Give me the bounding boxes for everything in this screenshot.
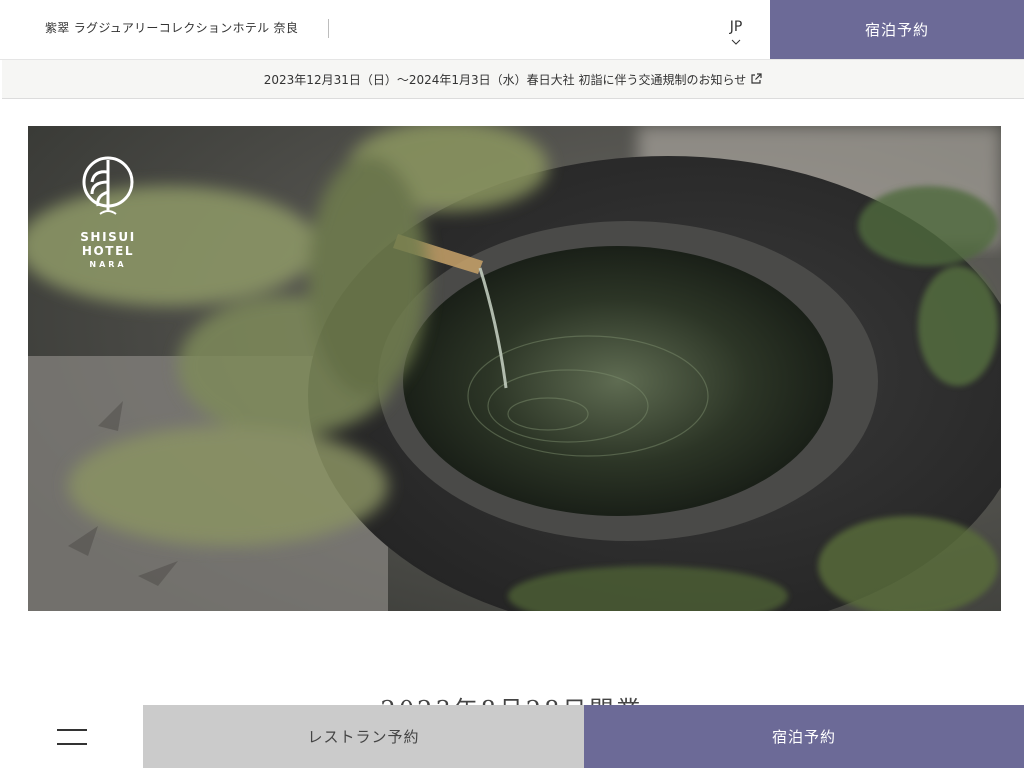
notice-text: 2023年12月31日（日）～2024年1月3日（水）春日大社 初詣に伴う交通規… <box>263 72 747 87</box>
site-header: 紫翠 ラグジュアリーコレクションホテル 奈良 JP 宿泊予約 <box>0 0 1024 60</box>
language-selector[interactable]: JP <box>718 19 754 47</box>
book-stay-button-bottom[interactable]: 宿泊予約 <box>584 705 1024 768</box>
hamburger-menu-icon <box>56 728 87 745</box>
book-stay-button-header[interactable]: 宿泊予約 <box>770 0 1024 59</box>
bottom-nav-bar: レストラン予約 宿泊予約 <box>0 705 1024 768</box>
header-divider <box>328 19 329 38</box>
chevron-down-icon <box>731 39 741 45</box>
logo-city: NARA <box>89 260 127 269</box>
language-label: JP <box>729 19 743 35</box>
hero-image: SHISUI HOTEL NARA <box>28 126 1001 611</box>
logo-name: SHISUI HOTEL <box>80 230 136 258</box>
notice-banner[interactable]: 2023年12月31日（日）～2024年1月3日（水）春日大社 初詣に伴う交通規… <box>2 60 1024 99</box>
crest-icon <box>82 156 134 215</box>
brand-link[interactable]: 紫翠 ラグジュアリーコレクションホテル 奈良 <box>45 19 298 36</box>
hotel-logo: SHISUI HOTEL NARA <box>52 152 164 269</box>
external-link-icon <box>751 73 762 84</box>
hero-photo <box>28 126 1001 611</box>
restaurant-reservation-button[interactable]: レストラン予約 <box>143 705 584 768</box>
menu-button[interactable] <box>0 705 143 768</box>
